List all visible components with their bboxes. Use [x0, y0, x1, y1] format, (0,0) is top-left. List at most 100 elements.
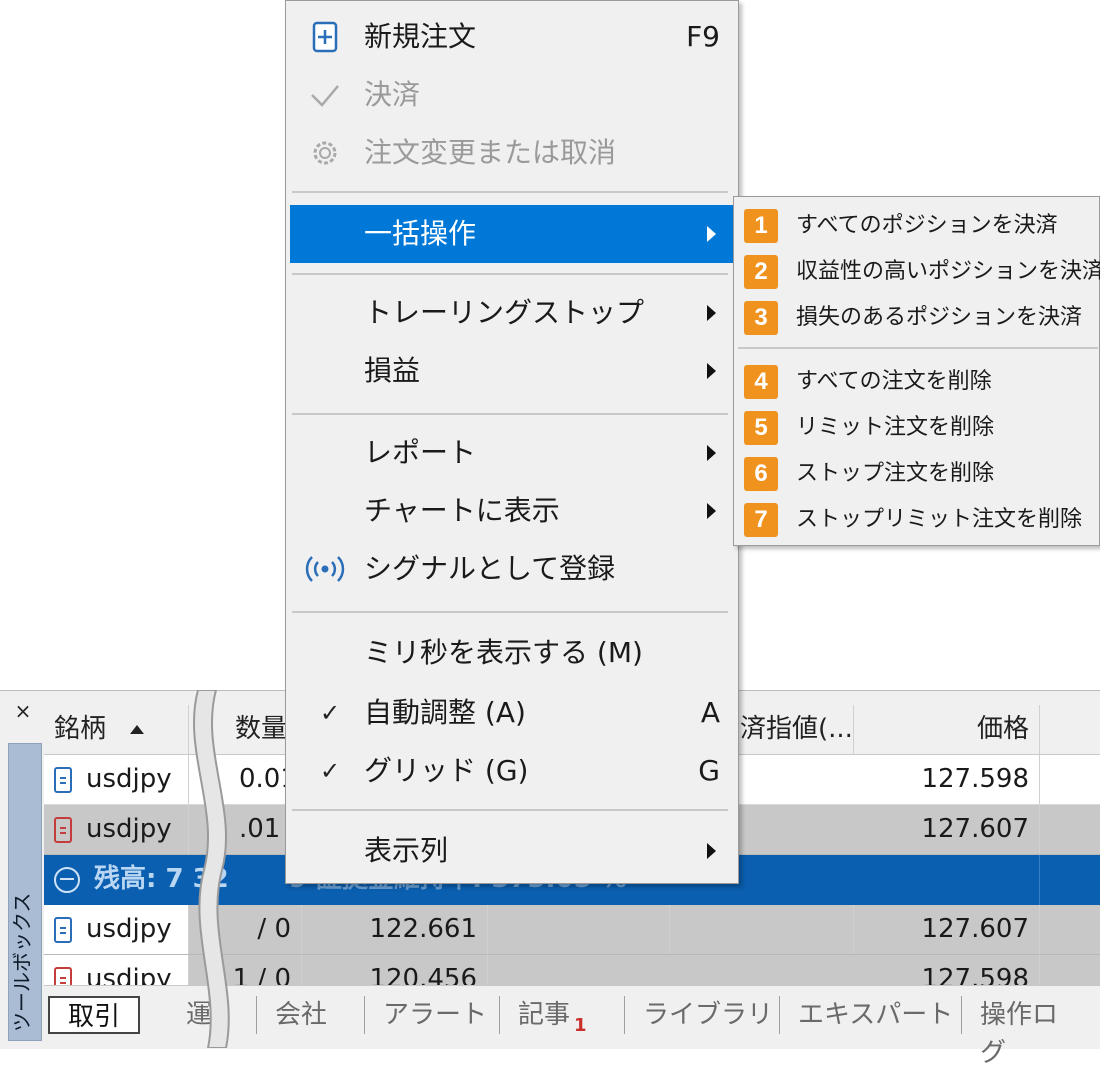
tab-trade[interactable]: 取引 [48, 996, 141, 1034]
gear-icon [313, 141, 337, 165]
symbol-text: usdjpy [86, 914, 172, 944]
shortcut-key: G [698, 754, 720, 787]
menu-separator [292, 809, 728, 811]
menu-item-show-on-chart[interactable]: チャートに表示 [290, 483, 734, 539]
articles-count-badge: 1 [574, 1015, 587, 1036]
submenu-item-close-all-positions[interactable]: 1 すべてのポジションを決済 [742, 203, 1098, 247]
sell-order-icon [54, 816, 72, 843]
tab-alerts[interactable]: アラート [364, 996, 505, 1034]
toolbox-title: ツールボックス [10, 892, 34, 1032]
submenu-item-label: すべての注文を削除 [796, 369, 992, 394]
cell-price: 127.598 [854, 955, 1040, 985]
submenu-item-delete-all-orders[interactable]: 4 すべての注文を削除 [742, 359, 1098, 403]
submenu-item-label: 収益性の高いポジションを決済 [796, 259, 1100, 284]
menu-item-columns[interactable]: 表示列 [290, 823, 734, 879]
submenu-item-close-profitable[interactable]: 2 収益性の高いポジションを決済 [742, 249, 1100, 293]
submenu-arrow-icon [707, 445, 716, 461]
cell-price: 127.607 [854, 805, 1040, 854]
menu-item-label: レポート [364, 436, 477, 469]
number-badge: 4 [744, 365, 778, 399]
number-badge: 1 [744, 209, 778, 243]
menu-item-label: 表示列 [364, 834, 449, 867]
column-header-price[interactable]: 価格 [854, 705, 1040, 754]
symbol-text: usdjpy [86, 814, 172, 844]
shortcut-key: F9 [686, 20, 720, 53]
collapse-icon[interactable] [54, 866, 80, 893]
menu-item-label: 自動調整 (A) [364, 696, 526, 729]
toolbox-side-title: ツールボックス [8, 743, 42, 1041]
number-badge: 7 [744, 503, 778, 537]
menu-item-show-milliseconds[interactable]: ミリ秒を表示する (M) [290, 625, 734, 681]
menu-item-bulk-operations[interactable]: 一括操作 [290, 205, 734, 263]
submenu-arrow-icon [707, 843, 716, 859]
submenu-item-delete-stop-orders[interactable]: 6 ストップ注文を削除 [742, 451, 1098, 495]
menu-separator [292, 273, 728, 275]
submenu-arrow-icon [707, 305, 716, 321]
tab-articles-label: 記事 [518, 1000, 571, 1030]
menu-item-grid[interactable]: ✓ グリッド (G) G [290, 743, 734, 799]
submenu-item-label: ストップリミット注文を削除 [796, 507, 1083, 532]
cell-open-price: 120.456 [302, 955, 488, 985]
checkmark-icon: ✓ [320, 699, 341, 727]
menu-separator [292, 191, 728, 193]
symbol-text: usdjpy [86, 764, 172, 794]
signal-broadcast-icon [305, 556, 345, 582]
submenu-separator [738, 347, 1098, 349]
omission-break-mark [193, 690, 230, 1048]
shortcut-key: A [700, 696, 720, 729]
menu-item-close-position[interactable]: 決済 [290, 67, 734, 123]
menu-item-profit[interactable]: 損益 [290, 343, 734, 399]
buy-order-icon [54, 916, 72, 943]
bulk-operations-submenu: 1 すべてのポジションを決済 2 収益性の高いポジションを決済 3 損失のあるポ… [733, 196, 1100, 546]
cell-symbol: usdjpy [44, 805, 189, 854]
sell-order-icon [54, 966, 72, 985]
cell-symbol: usdjpy [44, 755, 189, 804]
tab-experts[interactable]: エキスパート [779, 996, 971, 1034]
context-menu: 新規注文 F9 決済 注文変更または取消 一括操作 トレーリングストップ 損益 … [285, 0, 739, 884]
submenu-item-label: 損失のあるポジションを決済 [796, 305, 1083, 330]
number-badge: 2 [744, 255, 778, 289]
column-header-symbol[interactable]: 銘柄 [44, 705, 189, 754]
tab-company[interactable]: 会社 [256, 996, 345, 1034]
submenu-item-label: ストップ注文を削除 [796, 461, 995, 486]
menu-item-label: 決済 [364, 78, 421, 111]
tab-library[interactable]: ライブラリ [624, 996, 791, 1034]
submenu-arrow-icon [707, 226, 716, 242]
menu-item-new-order[interactable]: 新規注文 F9 [290, 9, 734, 65]
cell-symbol: usdjpy [44, 955, 189, 985]
menu-item-label: 一括操作 [364, 217, 477, 250]
close-icon[interactable]: × [10, 699, 36, 723]
tab-articles[interactable]: 記事 1 [499, 996, 605, 1036]
menu-item-label: ミリ秒を表示する (M) [364, 636, 643, 669]
number-badge: 6 [744, 457, 778, 491]
cell-open-price: 122.661 [302, 905, 488, 954]
cell-empty [670, 905, 854, 954]
menu-item-label: トレーリングストップ [364, 296, 645, 329]
submenu-item-delete-stop-limit-orders[interactable]: 7 ストップリミット注文を削除 [742, 497, 1098, 541]
menu-item-auto-arrange[interactable]: ✓ 自動調整 (A) A [290, 685, 734, 741]
submenu-arrow-icon [707, 363, 716, 379]
menu-separator [292, 413, 728, 415]
column-label-symbol: 銘柄 [54, 714, 107, 744]
cell-empty [488, 905, 670, 954]
submenu-item-delete-limit-orders[interactable]: 5 リミット注文を削除 [742, 405, 1098, 449]
menu-item-report[interactable]: レポート [290, 425, 734, 481]
submenu-item-label: リミット注文を削除 [796, 415, 995, 440]
cell-price: 127.598 [854, 755, 1040, 804]
menu-item-register-signal[interactable]: シグナルとして登録 [290, 541, 734, 597]
menu-item-label: 損益 [364, 354, 421, 387]
menu-separator [292, 611, 728, 613]
symbol-text: usdjpy [86, 964, 172, 985]
submenu-item-close-losing[interactable]: 3 損失のあるポジションを決済 [742, 295, 1098, 339]
menu-item-label: シグナルとして登録 [364, 552, 616, 585]
menu-item-label: チャートに表示 [364, 494, 560, 527]
menu-item-label: グリッド (G) [364, 754, 529, 787]
menu-item-trailing-stop[interactable]: トレーリングストップ [290, 285, 734, 341]
checkmark-icon: ✓ [320, 757, 341, 785]
menu-item-modify-order[interactable]: 注文変更または取消 [290, 125, 734, 181]
number-badge: 3 [744, 301, 778, 335]
new-order-icon [312, 21, 338, 53]
menu-item-label: 注文変更または取消 [364, 136, 617, 169]
submenu-item-label: すべてのポジションを決済 [796, 213, 1058, 238]
tab-journal[interactable]: 操作ログ [961, 996, 1100, 1068]
